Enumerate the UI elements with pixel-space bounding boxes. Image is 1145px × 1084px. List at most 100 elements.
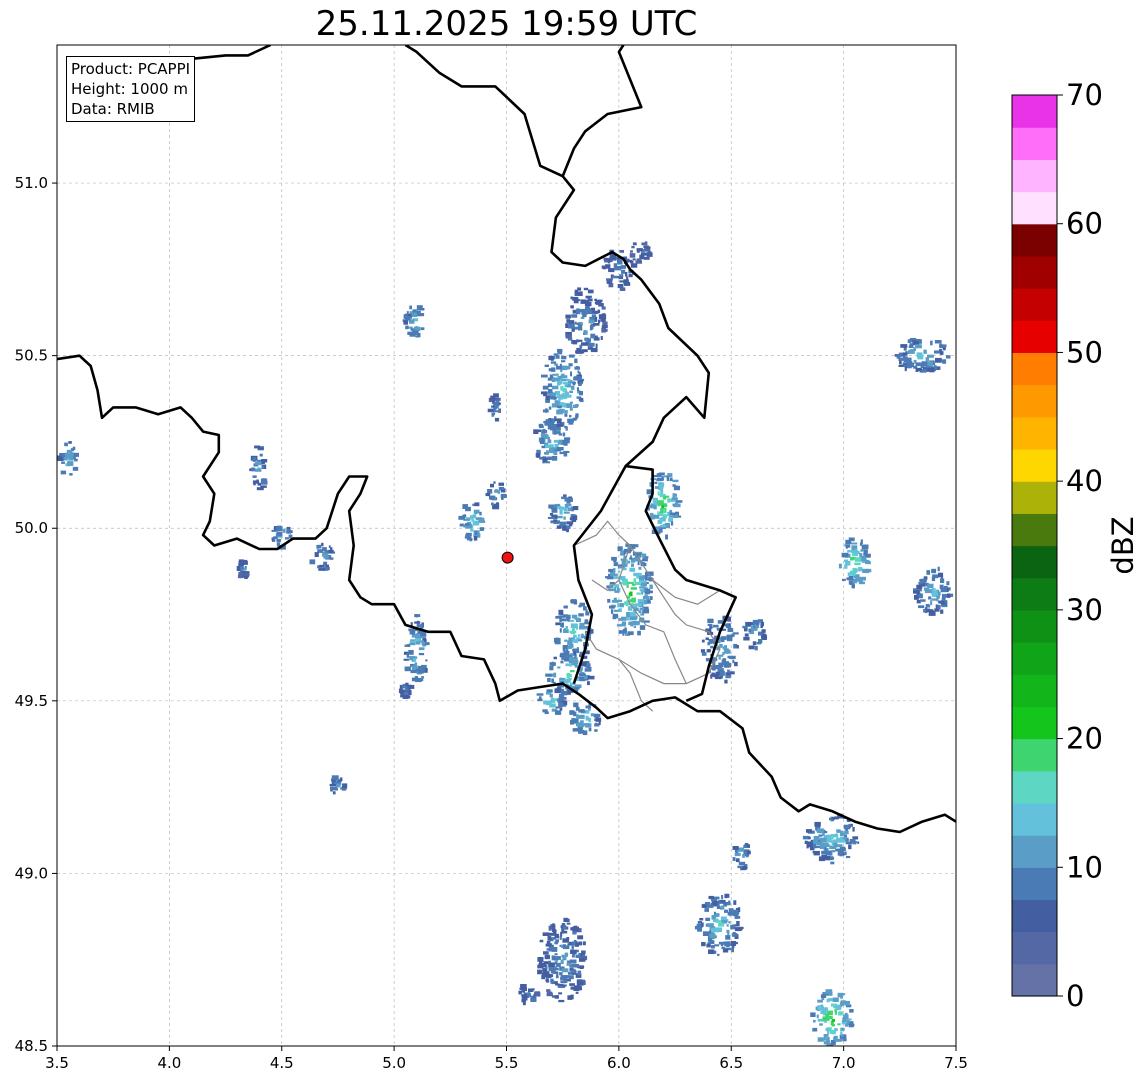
echo-pixel — [597, 309, 601, 314]
echo-pixel — [562, 930, 568, 934]
echo-pixel — [717, 902, 720, 908]
echo-pixel — [547, 936, 552, 941]
echo-pixel — [941, 604, 948, 608]
echo-pixel — [841, 552, 849, 558]
echo-pixel — [732, 846, 739, 850]
echo-pixel — [570, 599, 577, 603]
echo-pixel — [903, 356, 908, 361]
echo-pixel — [578, 391, 583, 396]
echo-pixel — [898, 364, 904, 367]
echo-pixel — [556, 505, 562, 509]
radar-map: 3.5 4.0 4.5 5.0 5.5 6.0 6.5 7.0 7.5 48.5 49.0 49.5… — [15, 44, 1140, 1072]
echo-pixel — [733, 643, 738, 649]
echo-pixel — [573, 376, 581, 381]
echo-pixel — [458, 515, 466, 520]
echo-pixel — [553, 656, 557, 660]
echo-pixel — [595, 717, 602, 722]
echo-pixel — [561, 968, 569, 973]
echo-pixel — [852, 827, 855, 832]
echo-pixel — [925, 604, 930, 608]
echo-pixel — [543, 951, 549, 955]
echo-pixel — [858, 567, 863, 572]
echo-pixel — [848, 1025, 854, 1028]
echo-pixel — [618, 630, 626, 633]
echo-pixel — [541, 445, 546, 449]
echo-pixel — [494, 406, 498, 410]
echo-pixel — [702, 931, 710, 936]
echo-pixel — [941, 597, 946, 601]
echo-pixel — [546, 450, 549, 455]
y-tick-label: 51.0 — [15, 174, 48, 192]
echo-pixel — [825, 1028, 829, 1031]
echo-pixel — [824, 847, 827, 851]
echo-pixel — [577, 324, 582, 328]
echo-pixel — [569, 354, 575, 358]
echo-pixel — [715, 920, 722, 923]
echo-pixel — [541, 391, 547, 395]
echo-pixel — [325, 553, 328, 557]
echo-pixel — [947, 593, 951, 598]
echo-pixel — [565, 663, 571, 667]
echo-pixel — [579, 399, 584, 403]
echo-pixel — [316, 544, 319, 549]
echo-pixel — [403, 658, 409, 661]
echo-pixel — [286, 526, 291, 530]
echo-pixel — [616, 624, 623, 627]
echo-pixel — [560, 618, 567, 622]
echo-pixel — [721, 895, 724, 900]
echo-pixel — [724, 909, 728, 912]
echo-pixel — [940, 578, 945, 583]
colorbar-segment — [1012, 127, 1057, 160]
echo-pixel — [721, 946, 725, 950]
echo-pixel — [559, 628, 562, 633]
echo-pixel — [570, 403, 573, 407]
echo-pixel — [569, 710, 575, 715]
echo-pixel — [564, 410, 568, 414]
echo-pixel — [552, 373, 559, 376]
echo-pixel — [591, 314, 597, 317]
echo-pixel — [475, 531, 478, 535]
echo-pixel — [410, 670, 417, 674]
echo-pixel — [474, 511, 478, 515]
echo-pixel — [574, 663, 578, 666]
echo-pixel — [633, 572, 640, 577]
echo-cell — [742, 619, 767, 651]
echo-pixel — [573, 638, 578, 644]
echo-pixel — [633, 625, 637, 628]
echo-pixel — [917, 355, 923, 360]
echo-pixel — [629, 567, 636, 572]
echo-pixel — [563, 511, 570, 514]
echo-pixel — [654, 481, 658, 484]
echo-pixel — [850, 571, 855, 574]
echo-pixel — [845, 560, 851, 566]
echo-pixel — [863, 549, 868, 554]
echo-pixel — [575, 413, 579, 418]
echo-pixel — [584, 621, 590, 625]
echo-pixel — [542, 932, 550, 936]
echo-pixel — [409, 630, 416, 635]
echo-pixel — [421, 642, 425, 645]
echo-pixel — [539, 696, 542, 701]
echo-pixel — [807, 841, 813, 845]
echo-pixel — [917, 367, 922, 372]
echo-pixel — [545, 943, 552, 947]
echo-pixel — [829, 856, 834, 861]
echo-pixel — [533, 994, 536, 998]
echo-pixel — [699, 918, 704, 921]
echo-pixel — [257, 447, 264, 450]
echo-pixel — [580, 316, 585, 319]
echo-pixel — [547, 389, 553, 394]
echo-pixel — [545, 978, 549, 982]
echo-pixel — [927, 361, 933, 367]
echo-pixel — [585, 665, 591, 668]
echo-pixel — [415, 326, 418, 329]
echo-pixel — [588, 319, 595, 324]
echo-pixel — [277, 525, 281, 530]
echo-pixel — [574, 985, 581, 990]
echo-pixel — [413, 658, 417, 662]
echo-pixel — [813, 844, 817, 849]
echo-pixel — [657, 491, 660, 496]
echo-pixel — [255, 468, 262, 472]
echo-pixel — [561, 355, 567, 360]
colorbar-segment — [1012, 513, 1057, 547]
